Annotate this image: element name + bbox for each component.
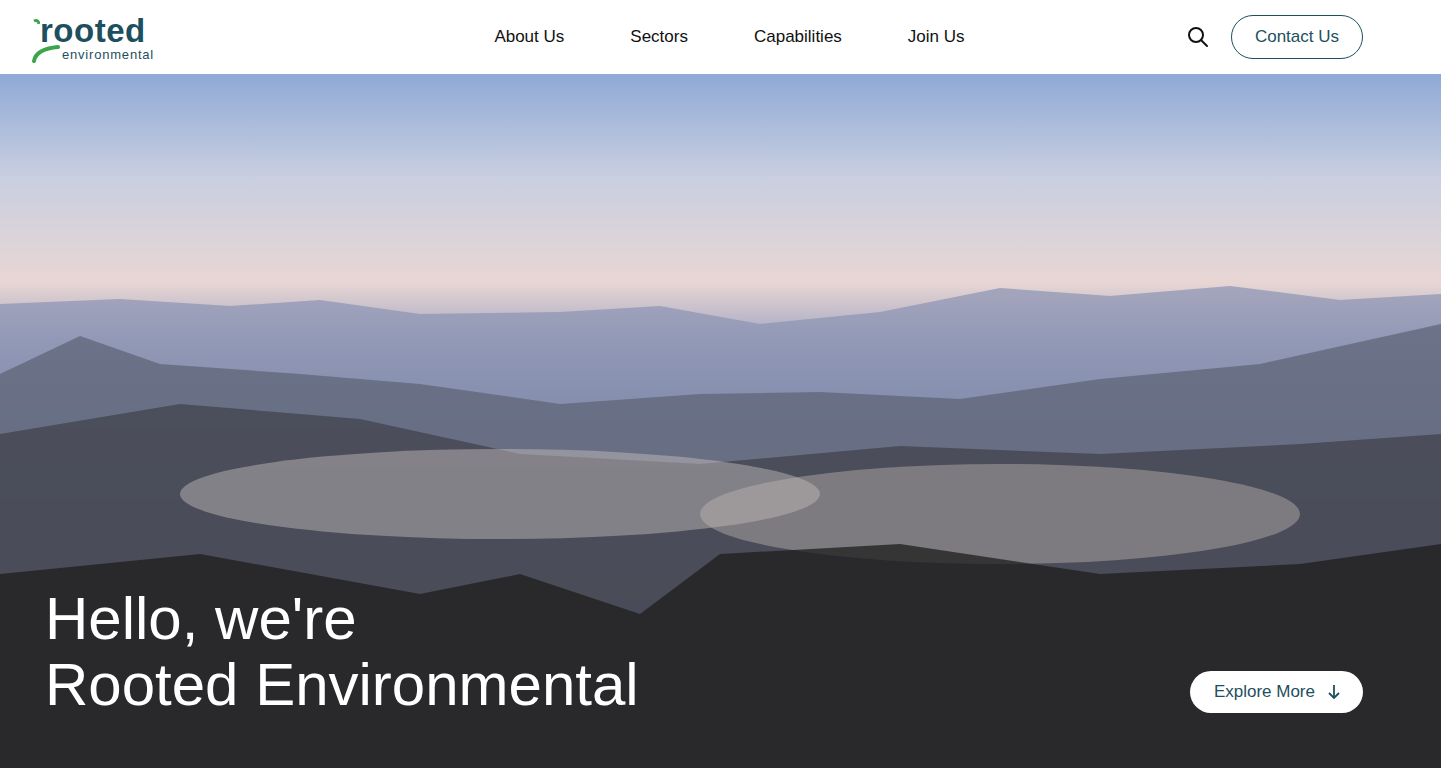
hero-title-line: Hello, we're — [45, 586, 639, 652]
search-icon[interactable] — [1187, 26, 1209, 48]
hero-title: Hello, we'reRooted Environmental — [45, 586, 639, 718]
explore-label: Explore More — [1214, 682, 1315, 702]
logo-word: rooted — [40, 14, 146, 47]
hero-image: Hello, we'reRooted Environmental Explore … — [0, 74, 1441, 768]
explore-button[interactable]: Explore More — [1190, 671, 1363, 713]
logo[interactable]: rootedenvironmental — [32, 14, 212, 61]
nav-item[interactable]: Capabilities — [754, 27, 842, 47]
hero-title-line: Rooted Environmental — [45, 652, 639, 718]
logo-sub: environmental — [62, 48, 212, 61]
leaf-icon — [32, 17, 40, 47]
nav-item[interactable]: Sectors — [630, 27, 688, 47]
nav-item[interactable]: Join Us — [908, 27, 965, 47]
logo-sub-row: environmental — [32, 47, 212, 61]
site-header: rootedenvironmental About Us Sectors Capabi… — [0, 0, 1441, 74]
main-nav: About Us Sectors Capabilities Join Us — [212, 27, 1187, 47]
header-actions: Contact Us — [1187, 15, 1363, 59]
logo-mark: rooted — [32, 14, 212, 47]
contact-button[interactable]: Contact Us — [1231, 15, 1363, 59]
swoosh-icon — [32, 43, 62, 63]
arrow-down-icon — [1327, 684, 1341, 700]
hero-content: Hello, we'reRooted Environmental Explore … — [45, 586, 1363, 718]
nav-item[interactable]: About Us — [494, 27, 564, 47]
